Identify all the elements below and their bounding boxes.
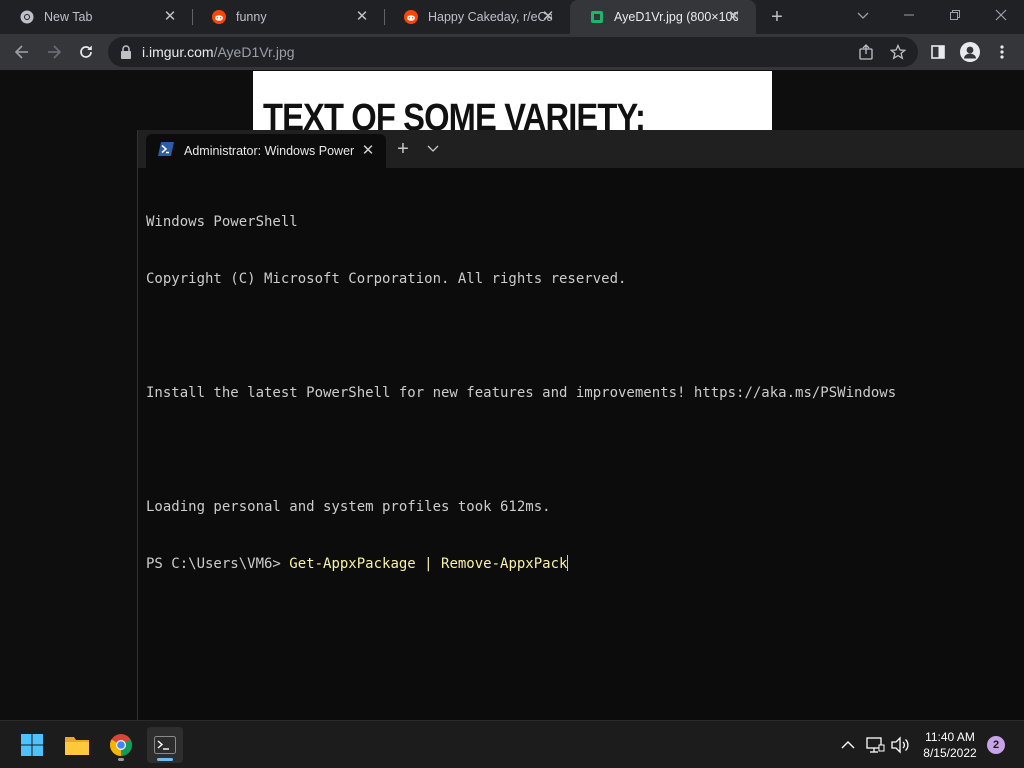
windows-terminal-window: Administrator: Windows PowerShell ✕ + Wi… (137, 130, 1024, 720)
terminal-dropdown-chevron-icon[interactable] (426, 139, 446, 159)
tab-label: funny (236, 10, 267, 24)
console-line: Loading personal and system profiles too… (146, 499, 551, 515)
tab-close-icon[interactable]: ✕ (354, 9, 370, 25)
side-panel-icon[interactable] (924, 38, 952, 66)
clock-date: 8/15/2022 (923, 746, 977, 760)
tab-label: AyeD1Vr.jpg (800×1000) (614, 10, 738, 24)
terminal-tab-label: Administrator: Windows PowerShell (184, 144, 354, 158)
volume-speaker-icon[interactable] (890, 735, 910, 755)
powershell-icon (158, 141, 174, 161)
system-clock[interactable]: 11:40 AM 8/15/2022 (914, 729, 986, 761)
start-button-windows-icon[interactable] (14, 727, 50, 763)
console-command-input[interactable]: Get-AppxPackage | Remove-AppxPack (289, 556, 567, 572)
console-line: Install the latest PowerShell for new fe… (146, 385, 897, 401)
profile-icon[interactable] (956, 38, 984, 66)
close-window-icon[interactable] (978, 0, 1024, 34)
reddit-icon (212, 10, 226, 24)
clock-time: 11:40 AM (925, 730, 975, 744)
chrome-icon (20, 10, 34, 24)
browser-tab-funny[interactable]: funny ✕ (192, 0, 384, 34)
back-arrow-icon[interactable] (8, 38, 36, 66)
terminal-tab-close-icon[interactable]: ✕ (360, 143, 376, 159)
windows-taskbar: 11:40 AM 8/15/2022 2 (0, 720, 1024, 768)
browser-tab-new-tab[interactable]: New Tab ✕ (0, 0, 192, 34)
console-prompt-line[interactable]: PS C:\Users\VM6> Get-AppxPackage | Remov… (146, 555, 896, 574)
bookmark-star-icon[interactable] (884, 38, 912, 66)
text-cursor (567, 555, 569, 571)
console-output[interactable]: Windows PowerShell Copyright (C) Microso… (146, 175, 896, 612)
show-hidden-icons-chevron-icon[interactable] (838, 735, 858, 755)
share-icon[interactable] (852, 38, 880, 66)
console-prompt: PS C:\Users\VM6> (146, 556, 290, 572)
browser-toolbar: i.imgur.com/AyeD1Vr.jpg (0, 34, 1024, 70)
tab-label: New Tab (44, 10, 93, 24)
console-line: Windows PowerShell (146, 214, 298, 230)
url-path: /AyeD1Vr.jpg (213, 44, 295, 60)
tab-label: Happy Cakeday, r/eCar (428, 10, 552, 24)
terminal-taskbar-icon[interactable] (147, 727, 183, 763)
chrome-taskbar-icon[interactable] (103, 727, 139, 763)
terminal-tab-powershell[interactable]: Administrator: Windows PowerShell ✕ (146, 134, 386, 168)
restore-icon[interactable] (932, 0, 978, 34)
browser-tab-strip: New Tab ✕ funny ✕ Happy Cakeday, r/eCar … (0, 0, 1024, 34)
address-bar[interactable]: i.imgur.com/AyeD1Vr.jpg (108, 37, 918, 67)
reddit-icon (404, 10, 418, 24)
imgur-icon (590, 10, 604, 24)
active-indicator (157, 758, 173, 761)
kebab-menu-icon[interactable] (988, 38, 1016, 66)
new-terminal-tab-plus-icon[interactable]: + (393, 139, 413, 159)
minimize-icon[interactable] (886, 0, 932, 34)
new-tab-plus-icon[interactable]: + (766, 6, 788, 28)
url-host: i.imgur.com (142, 44, 214, 60)
lock-icon (120, 45, 132, 59)
tab-close-icon[interactable]: ✕ (726, 9, 742, 25)
browser-tab-happy-cakeday[interactable]: Happy Cakeday, r/eCar ✕ (384, 0, 570, 34)
console-line: Copyright (C) Microsoft Corporation. All… (146, 271, 627, 287)
network-icon[interactable] (865, 735, 885, 755)
tab-close-icon[interactable]: ✕ (162, 9, 178, 25)
reload-icon[interactable] (72, 38, 100, 66)
terminal-tab-bar: Administrator: Windows PowerShell ✕ + (138, 130, 1024, 168)
tab-search-chevron-icon[interactable] (840, 0, 886, 34)
notification-count-badge[interactable]: 2 (987, 736, 1005, 754)
browser-tab-imgur[interactable]: AyeD1Vr.jpg (800×1000) ✕ (570, 0, 756, 34)
url-text: i.imgur.com/AyeD1Vr.jpg (142, 44, 295, 60)
running-indicator (118, 758, 124, 761)
forward-arrow-icon[interactable] (40, 38, 68, 66)
file-explorer-folder-icon[interactable] (59, 727, 95, 763)
tab-close-icon[interactable]: ✕ (540, 9, 556, 25)
